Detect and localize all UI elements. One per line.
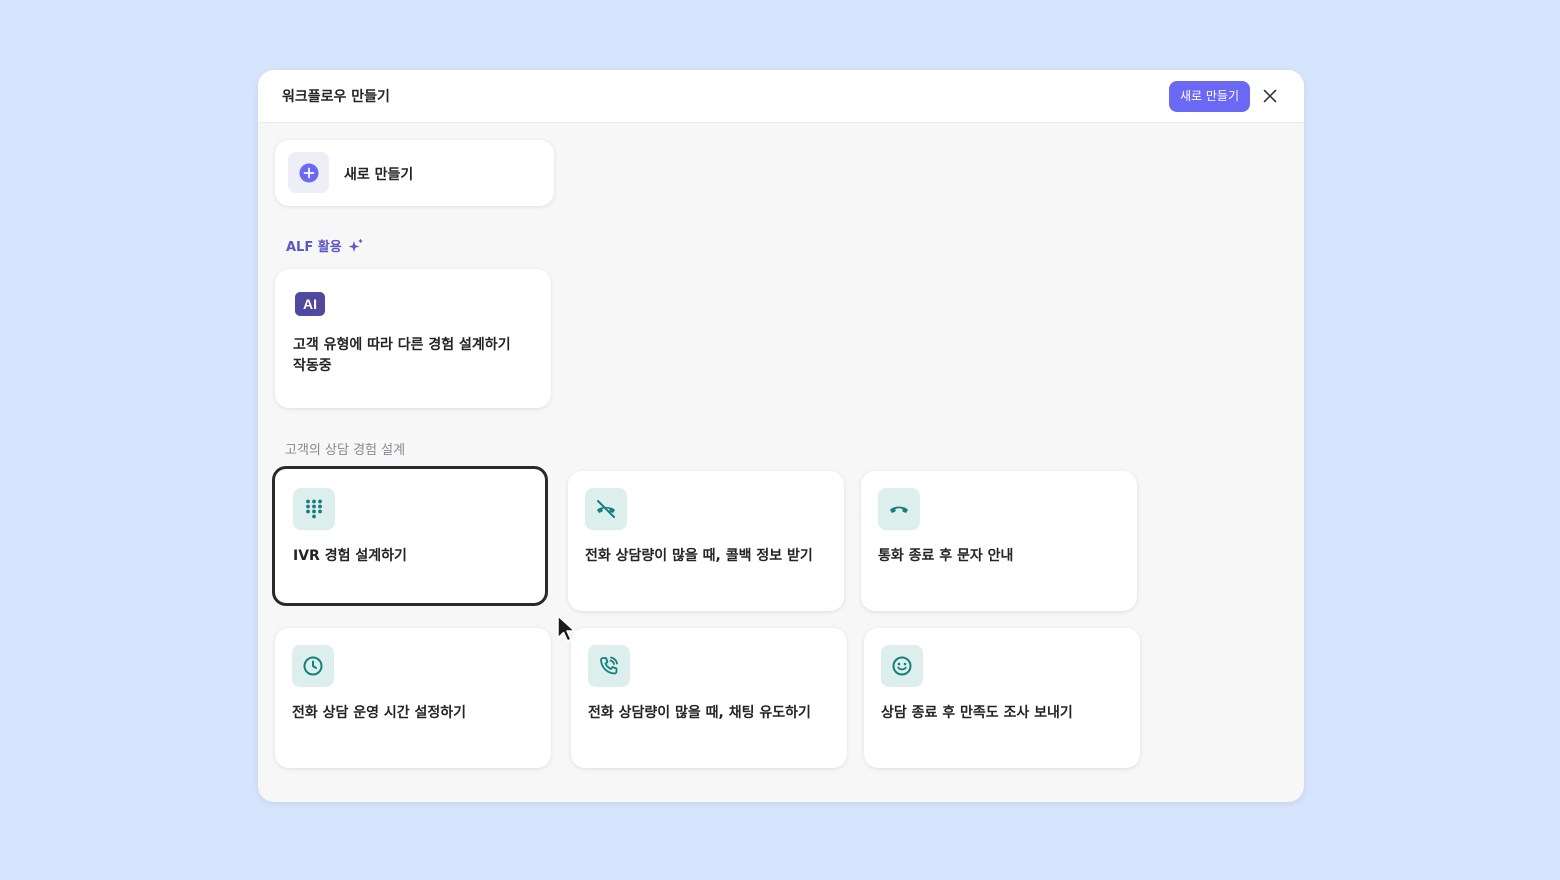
workflow-card-callback[interactable]: 전화 상담량이 많을 때, 콜백 정보 받기 — [568, 471, 844, 611]
icon-box — [293, 488, 335, 530]
phone-ringing-icon — [600, 656, 618, 675]
plus-circle-icon — [299, 163, 318, 182]
alf-card-title: 고객 유형에 따라 다른 경험 설계하기 — [293, 337, 511, 353]
icon-box — [588, 645, 630, 687]
workflow-card-sms-after-call[interactable]: 통화 종료 후 문자 안내 — [861, 471, 1137, 611]
alf-workflow-card[interactable]: AI 고객 유형에 따라 다른 경험 설계하기 작동중 — [275, 269, 551, 408]
workflow-card-label: 상담 종료 후 만족도 조사 보내기 — [881, 705, 1073, 721]
smiley-icon — [892, 656, 912, 676]
icon-box — [292, 645, 334, 687]
workflow-card-chat-redirect[interactable]: 전화 상담량이 많을 때, 채팅 유도하기 — [571, 628, 847, 768]
workflow-card-label: IVR 경험 설계하기 — [293, 548, 407, 564]
workflow-card-hours[interactable]: 전화 상담 운영 시간 설정하기 — [275, 628, 551, 768]
modal-header: 워크플로우 만들기 새로 만들기 — [258, 70, 1304, 123]
alf-section-text: ALF 활용 — [286, 240, 342, 255]
dialpad-icon — [306, 499, 322, 519]
workflow-card-label: 전화 상담 운영 시간 설정하기 — [292, 705, 467, 721]
ai-badge-icon: AI — [295, 292, 325, 316]
close-icon — [1263, 89, 1277, 103]
alf-card-status: 작동중 — [293, 358, 332, 374]
workflow-modal: 워크플로우 만들기 새로 만들기 새로 만들기 ALF 활용 AI 고객 유형에… — [258, 70, 1304, 802]
create-new-card[interactable]: 새로 만들기 — [275, 140, 554, 206]
icon-box — [878, 488, 920, 530]
icon-box — [881, 645, 923, 687]
hang-up-icon — [890, 506, 908, 513]
new-workflow-button[interactable]: 새로 만들기 — [1169, 81, 1250, 112]
phone-missed-icon — [597, 500, 615, 518]
close-button[interactable] — [1259, 85, 1281, 107]
add-icon-box — [288, 152, 329, 193]
clock-icon — [303, 656, 323, 676]
workflow-card-label: 통화 종료 후 문자 안내 — [878, 548, 1014, 564]
design-section-label: 고객의 상담 경험 설계 — [285, 443, 406, 458]
sparkle-icon — [348, 238, 363, 252]
mouse-cursor-icon — [557, 615, 576, 642]
workflow-card-satisfaction-survey[interactable]: 상담 종료 후 만족도 조사 보내기 — [864, 628, 1140, 768]
icon-box — [585, 488, 627, 530]
create-new-label: 새로 만들기 — [344, 167, 414, 183]
workflow-card-label: 전화 상담량이 많을 때, 콜백 정보 받기 — [585, 548, 813, 564]
modal-title: 워크플로우 만들기 — [282, 89, 390, 105]
alf-section-label: ALF 활용 — [286, 236, 364, 255]
workflow-card-ivr[interactable]: IVR 경험 설계하기 — [272, 466, 548, 606]
workflow-card-label: 전화 상담량이 많을 때, 채팅 유도하기 — [588, 705, 811, 721]
